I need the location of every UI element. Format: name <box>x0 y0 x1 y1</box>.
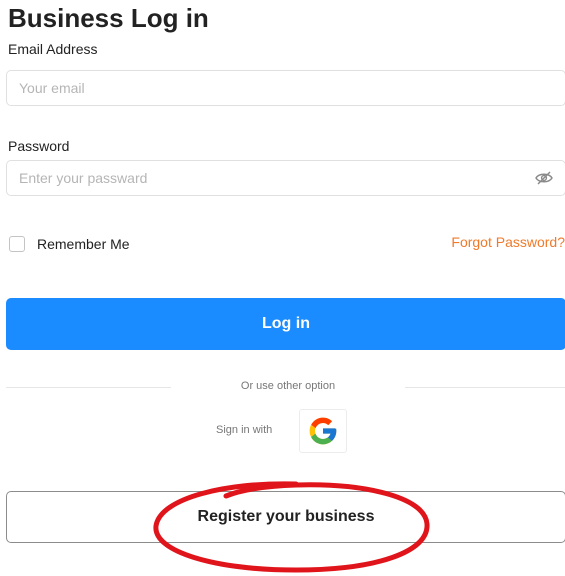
remember-me-label: Remember Me <box>37 236 130 252</box>
page-title: Business Log in <box>8 3 209 33</box>
google-sign-in-button[interactable] <box>299 409 347 453</box>
password-label: Password <box>8 138 70 154</box>
register-business-button[interactable]: Register your business <box>6 491 565 543</box>
google-icon <box>309 417 337 445</box>
remember-me-checkbox[interactable] <box>9 236 25 252</box>
divider-text: Or use other option <box>240 380 336 392</box>
sign-in-with-label: Sign in with <box>216 424 273 436</box>
password-field[interactable] <box>6 160 565 196</box>
eye-slash-icon[interactable] <box>535 171 553 185</box>
divider-line-right <box>405 387 565 388</box>
forgot-password-link[interactable]: Forgot Password? <box>451 234 565 250</box>
email-label: Email Address <box>8 41 98 57</box>
login-button[interactable]: Log in <box>6 298 565 350</box>
email-field[interactable] <box>6 70 565 106</box>
divider-line-left <box>6 387 171 388</box>
